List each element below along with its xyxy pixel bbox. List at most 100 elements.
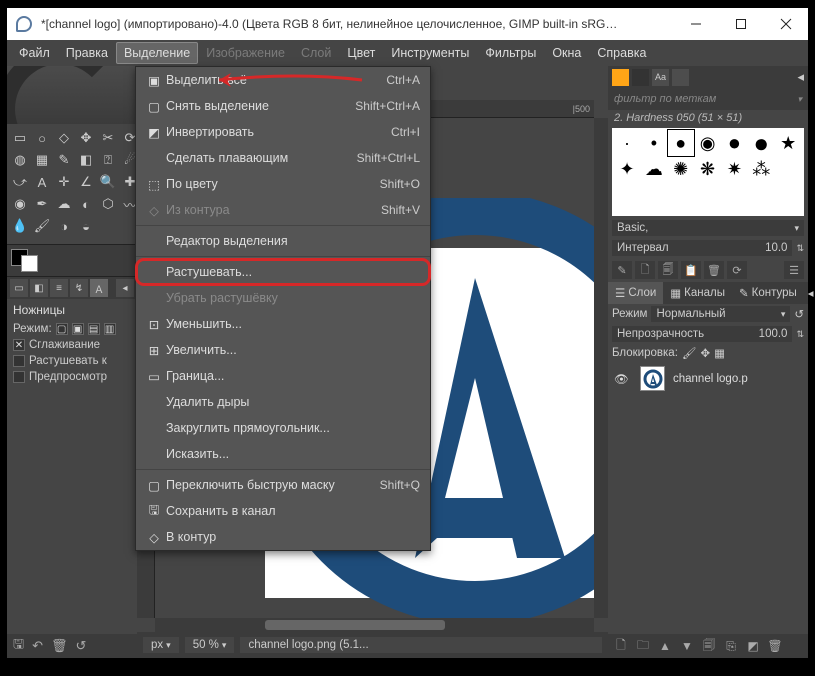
brush-item[interactable]: ◉ (695, 130, 721, 156)
menu-image[interactable]: Изображение (198, 42, 293, 64)
new-brush-icon[interactable]: 🗋 (635, 261, 655, 279)
maximize-button[interactable] (718, 9, 763, 39)
brush-item[interactable]: ☁ (641, 156, 667, 182)
dock-tab-4[interactable]: ↯ (70, 279, 88, 297)
layer-row[interactable]: 👁 channel logo.p (608, 362, 808, 395)
raise-layer-icon[interactable]: ▲ (655, 637, 675, 655)
background-swatch[interactable] (21, 255, 38, 272)
brush-item[interactable]: · (614, 130, 640, 156)
tool-measure[interactable]: ∠ (76, 172, 96, 192)
menu-select-grow[interactable]: ⊞Увеличить... (136, 337, 430, 363)
channels-tab[interactable]: ▦Каналы (663, 282, 732, 304)
stepper-icon[interactable]: ⇅ (796, 243, 804, 254)
menu-select-border[interactable]: ▭Граница... (136, 363, 430, 389)
dup-brush-icon[interactable]: 🗐 (658, 261, 678, 279)
fonts-tab[interactable]: Aa (652, 69, 669, 86)
tool-ellipse-select[interactable]: ○ (32, 128, 52, 148)
brush-item[interactable]: ✺ (668, 156, 694, 182)
dock-tab-arrow[interactable]: ◂ (116, 279, 134, 297)
mode-sub-icon[interactable]: ▤ (88, 323, 100, 335)
visibility-eye-icon[interactable]: 👁 (614, 372, 632, 386)
tool-crop[interactable]: ✂ (98, 128, 118, 148)
menu-select-feather[interactable]: Растушевать... (136, 259, 430, 285)
tool-move[interactable]: ✥ (76, 128, 96, 148)
menu-colors[interactable]: Цвет (339, 42, 383, 64)
tool-gradient[interactable]: ▦ (32, 150, 52, 170)
edit-brush-icon[interactable]: ✎ (612, 261, 632, 279)
dock-tab-1[interactable]: ▭ (10, 279, 28, 297)
close-button[interactable] (763, 9, 808, 39)
unit-selector[interactable]: px▾ (143, 637, 179, 653)
dock-menu-icon[interactable]: ◂ (797, 69, 804, 85)
tool-pencil[interactable]: ✎ (54, 150, 74, 170)
stepper-icon[interactable]: ⇅ (796, 329, 804, 340)
mode-replace-icon[interactable]: ▢ (56, 323, 68, 335)
menu-select-editor[interactable]: Редактор выделения (136, 228, 430, 254)
menu-file[interactable]: Файл (11, 42, 58, 64)
dock-tab-3[interactable]: ≡ (50, 279, 68, 297)
tool-eraser[interactable]: ◧ (76, 150, 96, 170)
delete-opts-icon[interactable]: 🗑 (51, 638, 68, 654)
merge-layer-icon[interactable]: ⎘ (721, 637, 741, 655)
dock-tab-2[interactable]: ◧ (30, 279, 48, 297)
preview-checkbox[interactable] (13, 371, 25, 383)
tool-blur[interactable]: ◉ (10, 194, 30, 214)
dock-tab-5[interactable]: Ａ (90, 279, 108, 297)
menu-filters[interactable]: Фильтры (477, 42, 544, 64)
tool-text[interactable]: A (32, 172, 52, 192)
brush-item[interactable]: ● (721, 130, 747, 156)
paths-tab[interactable]: ✎Контуры (732, 282, 804, 304)
tool-clone[interactable]: ⍰ (98, 150, 118, 170)
layers-tab[interactable]: ☰Слои (608, 282, 663, 304)
history-tab[interactable] (672, 69, 689, 86)
tool-free-select[interactable]: ◇ (54, 128, 74, 148)
menu-select-topath[interactable]: ◇В контур (136, 524, 430, 550)
tool-ink[interactable]: ✒ (32, 194, 52, 214)
brush-menu-icon[interactable]: ☰ (784, 261, 804, 279)
tool-drop[interactable]: 💧 (10, 216, 30, 236)
brushes-tab[interactable] (612, 69, 629, 86)
menu-select-none[interactable]: ▢Снять выделениеShift+Ctrl+A (136, 93, 430, 119)
lock-alpha-icon[interactable]: ▦ (714, 346, 725, 360)
preset-row[interactable]: Basic,▾ (608, 218, 808, 238)
brush-item[interactable]: ✷ (721, 156, 747, 182)
tool-brush[interactable]: 🖌 (32, 216, 52, 236)
dock-menu-icon[interactable]: ◂ (804, 282, 815, 304)
menu-select-all[interactable]: ▣Выделить всёCtrl+A (136, 67, 430, 93)
menu-select-roundrect[interactable]: Закруглить прямоугольник... (136, 415, 430, 441)
feather-checkbox[interactable] (13, 355, 25, 367)
tool-extra2[interactable]: ◒ (76, 216, 96, 236)
dup-layer-icon[interactable]: 🗐 (699, 637, 719, 655)
menu-select-quickmask[interactable]: ▢Переключить быструю маскуShift+Q (136, 472, 430, 498)
menu-select-savechannel[interactable]: 🖫Сохранить в канал (136, 498, 430, 524)
new-layer-icon[interactable]: 🗋 (611, 637, 631, 655)
tool-extra1[interactable]: ◑ (54, 216, 74, 236)
menu-select[interactable]: Выделение (116, 42, 198, 64)
new-group-icon[interactable]: 🗀 (633, 637, 653, 655)
menu-edit[interactable]: Правка (58, 42, 116, 64)
scrollbar-horizontal[interactable] (155, 618, 594, 632)
lower-layer-icon[interactable]: ▼ (677, 637, 697, 655)
tool-zoom[interactable]: 🔍 (98, 172, 118, 192)
menu-select-bycolor[interactable]: ⬚По цветуShift+O (136, 171, 430, 197)
feather-row[interactable]: Растушевать к (7, 353, 137, 369)
brush-item[interactable]: ★ (775, 130, 801, 156)
opacity-row[interactable]: Непрозрачность100.0⇅ (608, 324, 808, 344)
zoom-selector[interactable]: 50 %▾ (185, 637, 235, 653)
menu-select-removeholes[interactable]: Удалить дыры (136, 389, 430, 415)
menu-layer[interactable]: Слой (293, 42, 339, 64)
menu-select-float[interactable]: Сделать плавающимShift+Ctrl+L (136, 145, 430, 171)
minimize-button[interactable] (673, 9, 718, 39)
tool-cage[interactable]: ⬡ (98, 194, 118, 214)
save-opts-icon[interactable]: 🖫 (13, 635, 24, 657)
menu-select-shrink[interactable]: ⊡Уменьшить... (136, 311, 430, 337)
antialias-checkbox[interactable]: ✕ (13, 339, 25, 351)
blend-mode-select[interactable]: Нормальный▾ (651, 306, 790, 322)
tool-rect-select[interactable]: ▭ (10, 128, 30, 148)
reset-opts-icon[interactable]: ↺ (76, 638, 87, 654)
mask-layer-icon[interactable]: ◩ (743, 637, 763, 655)
brush-item[interactable]: ✦ (614, 156, 640, 182)
brush-filter[interactable]: фильтр по меткам▾ (608, 88, 808, 110)
lock-position-icon[interactable]: ✥ (701, 346, 711, 360)
refresh-brush-icon[interactable]: ⟳ (727, 261, 747, 279)
